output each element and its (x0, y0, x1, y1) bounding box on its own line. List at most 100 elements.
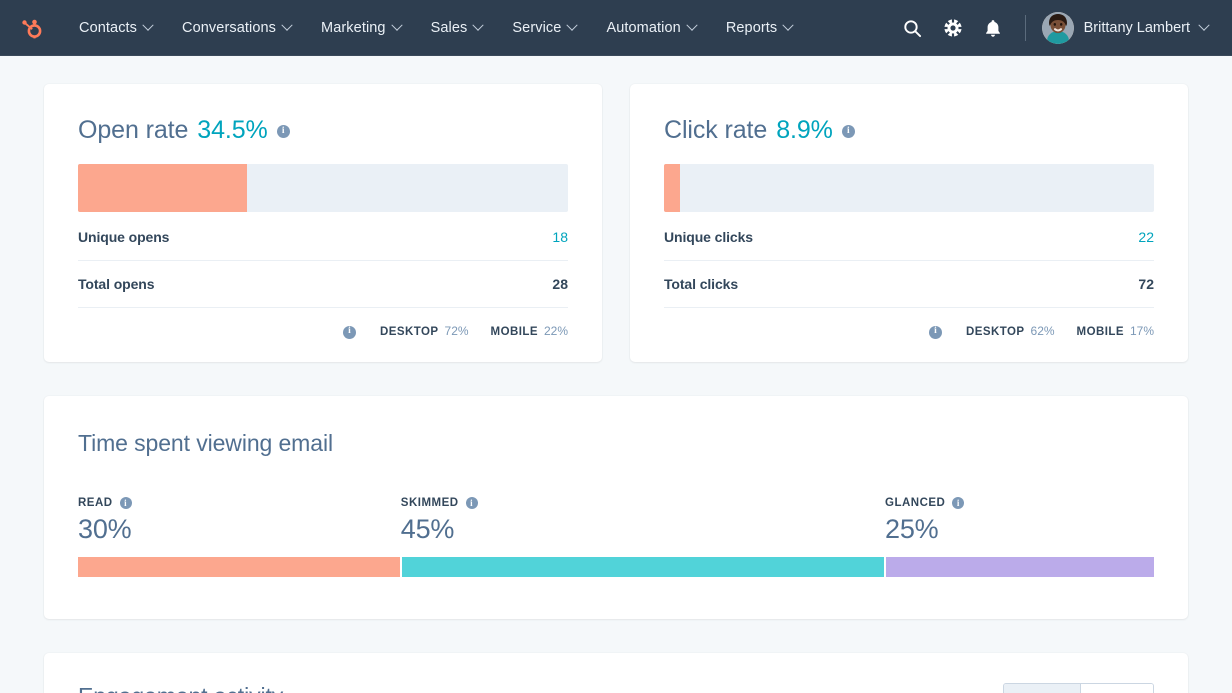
segment-read: READ i 30% (78, 497, 401, 545)
open-rate-label: Open rate (78, 116, 189, 144)
info-icon[interactable]: i (465, 497, 478, 509)
rate-cards-row: Open rate 34.5% i Unique opens 18 Total … (44, 84, 1188, 362)
info-icon[interactable]: i (119, 497, 132, 509)
tab-opens[interactable]: Opens (1004, 684, 1080, 693)
open-rate-progress-track (78, 164, 568, 212)
stacked-bar-segment-glanced (886, 557, 1154, 577)
device-name: DESKTOP (965, 326, 1025, 338)
chevron-down-icon (686, 19, 698, 31)
chevron-down-icon (472, 19, 485, 31)
segment-name-skimmed: SKIMMED i (401, 497, 885, 509)
stat-label: Total opens (78, 276, 155, 292)
click-rate-device-breakdown: i DESKTOP 62% MOBILE 17% (664, 308, 1154, 340)
stat-label: Unique clicks (664, 229, 753, 245)
segment-glanced: GLANCED i 25% (885, 497, 1154, 545)
segment-percent-read: 30% (78, 514, 132, 544)
nav-item-service[interactable]: Service (497, 12, 591, 44)
open-rate-title: Open rate 34.5% i (78, 116, 568, 145)
device-desktop: DESKTOP 62% (966, 324, 1055, 338)
stacked-bar-segment-read (78, 557, 400, 577)
info-icon[interactable]: i (342, 325, 356, 339)
time-spent-card: Time spent viewing email READ i 30% SKIM… (44, 396, 1188, 619)
user-name: Brittany Lambert (1083, 20, 1190, 36)
gear-icon[interactable] (933, 8, 973, 48)
segment-percent-glanced: 25% (885, 514, 939, 544)
nav-item-label: Sales (430, 20, 468, 36)
chevron-down-icon (566, 19, 579, 31)
nav-divider (1024, 15, 1026, 41)
nav-item-label: Marketing (321, 20, 386, 36)
nav-item-label: Conversations (182, 20, 277, 36)
device-name: MOBILE (490, 326, 538, 338)
nav-item-marketing[interactable]: Marketing (306, 12, 416, 44)
nav-utility-area: Brittany Lambert (893, 8, 1210, 48)
device-mobile: MOBILE 22% (491, 324, 568, 338)
stat-label: Total clicks (664, 276, 739, 292)
segment-name-read: READ i (78, 497, 401, 509)
info-icon[interactable]: i (841, 125, 855, 138)
segment-percent-skimmed: 45% (400, 514, 455, 544)
engagement-activity-card: Engagement activity Opens Clicks (44, 653, 1188, 693)
avatar (1041, 12, 1074, 44)
click-rate-card: Click rate 8.9% i Unique clicks 22 Total… (630, 84, 1188, 362)
top-navigation-bar: Contacts Conversations Marketing Sales S… (0, 0, 1232, 56)
device-desktop: DESKTOP 72% (380, 324, 469, 338)
click-rate-progress-fill (664, 164, 680, 212)
stat-row-unique-opens: Unique opens 18 (78, 214, 568, 261)
info-icon[interactable]: i (952, 497, 965, 509)
nav-item-label: Service (512, 20, 562, 36)
nav-item-label: Reports (725, 20, 778, 36)
stat-row-total-clicks: Total clicks 72 (664, 261, 1154, 308)
device-percent: 62% (1030, 324, 1055, 338)
click-rate-label: Click rate (664, 116, 768, 144)
stat-row-unique-clicks: Unique clicks 22 (664, 214, 1154, 261)
open-rate-progress-fill (78, 164, 248, 212)
stat-value: 28 (552, 276, 568, 292)
stat-row-total-opens: Total opens 28 (78, 261, 568, 308)
primary-nav-menu: Contacts Conversations Marketing Sales S… (64, 12, 807, 44)
user-menu[interactable]: Brittany Lambert (1041, 12, 1210, 44)
nav-item-reports[interactable]: Reports (711, 12, 807, 44)
device-mobile: MOBILE 17% (1077, 324, 1154, 338)
time-spent-stacked-bar (78, 557, 1154, 577)
nav-item-conversations[interactable]: Conversations (167, 12, 306, 44)
chevron-down-icon (1198, 19, 1210, 31)
stat-value: 72 (1138, 276, 1154, 292)
chevron-down-icon (142, 19, 154, 31)
segment-name-glanced: GLANCED i (885, 497, 1154, 509)
device-percent: 72% (444, 324, 469, 338)
stat-value[interactable]: 22 (1138, 229, 1154, 245)
search-icon[interactable] (893, 8, 933, 48)
time-spent-segment-labels: READ i 30% SKIMMED i 45% GLANCED i 25% (78, 497, 1154, 545)
nav-item-automation[interactable]: Automation (591, 12, 710, 44)
analytics-page: Open rate 34.5% i Unique opens 18 Total … (0, 56, 1232, 693)
click-rate-title: Click rate 8.9% i (664, 116, 1154, 145)
bell-icon[interactable] (973, 8, 1013, 48)
click-rate-progress-track (664, 164, 1154, 212)
nav-item-contacts[interactable]: Contacts (64, 12, 167, 44)
chevron-down-icon (782, 19, 794, 31)
segment-label: READ (78, 497, 113, 509)
segment-label: SKIMMED (400, 497, 459, 509)
engagement-tab-group: Opens Clicks (1003, 683, 1154, 693)
nav-item-label: Automation (606, 20, 681, 36)
stacked-bar-segment-skimmed (401, 557, 884, 577)
segment-skimmed: SKIMMED i 45% (401, 497, 885, 545)
open-rate-device-breakdown: i DESKTOP 72% MOBILE 22% (78, 308, 568, 340)
engagement-activity-title: Engagement activity (78, 683, 283, 693)
segment-label: GLANCED (885, 497, 946, 509)
chevron-down-icon (390, 19, 403, 31)
info-icon[interactable]: i (276, 125, 290, 138)
nav-item-sales[interactable]: Sales (416, 12, 498, 44)
nav-item-label: Contacts (79, 20, 138, 36)
open-rate-value: 34.5% (197, 116, 268, 144)
time-spent-title: Time spent viewing email (78, 430, 333, 456)
device-percent: 17% (1129, 324, 1154, 338)
stat-value[interactable]: 18 (552, 229, 568, 245)
device-name: DESKTOP (379, 326, 439, 338)
hubspot-sprocket-icon[interactable] (14, 11, 48, 45)
info-icon[interactable]: i (928, 325, 942, 339)
tab-clicks[interactable]: Clicks (1080, 684, 1153, 693)
stat-label: Unique opens (78, 229, 170, 245)
device-percent: 22% (543, 324, 568, 338)
